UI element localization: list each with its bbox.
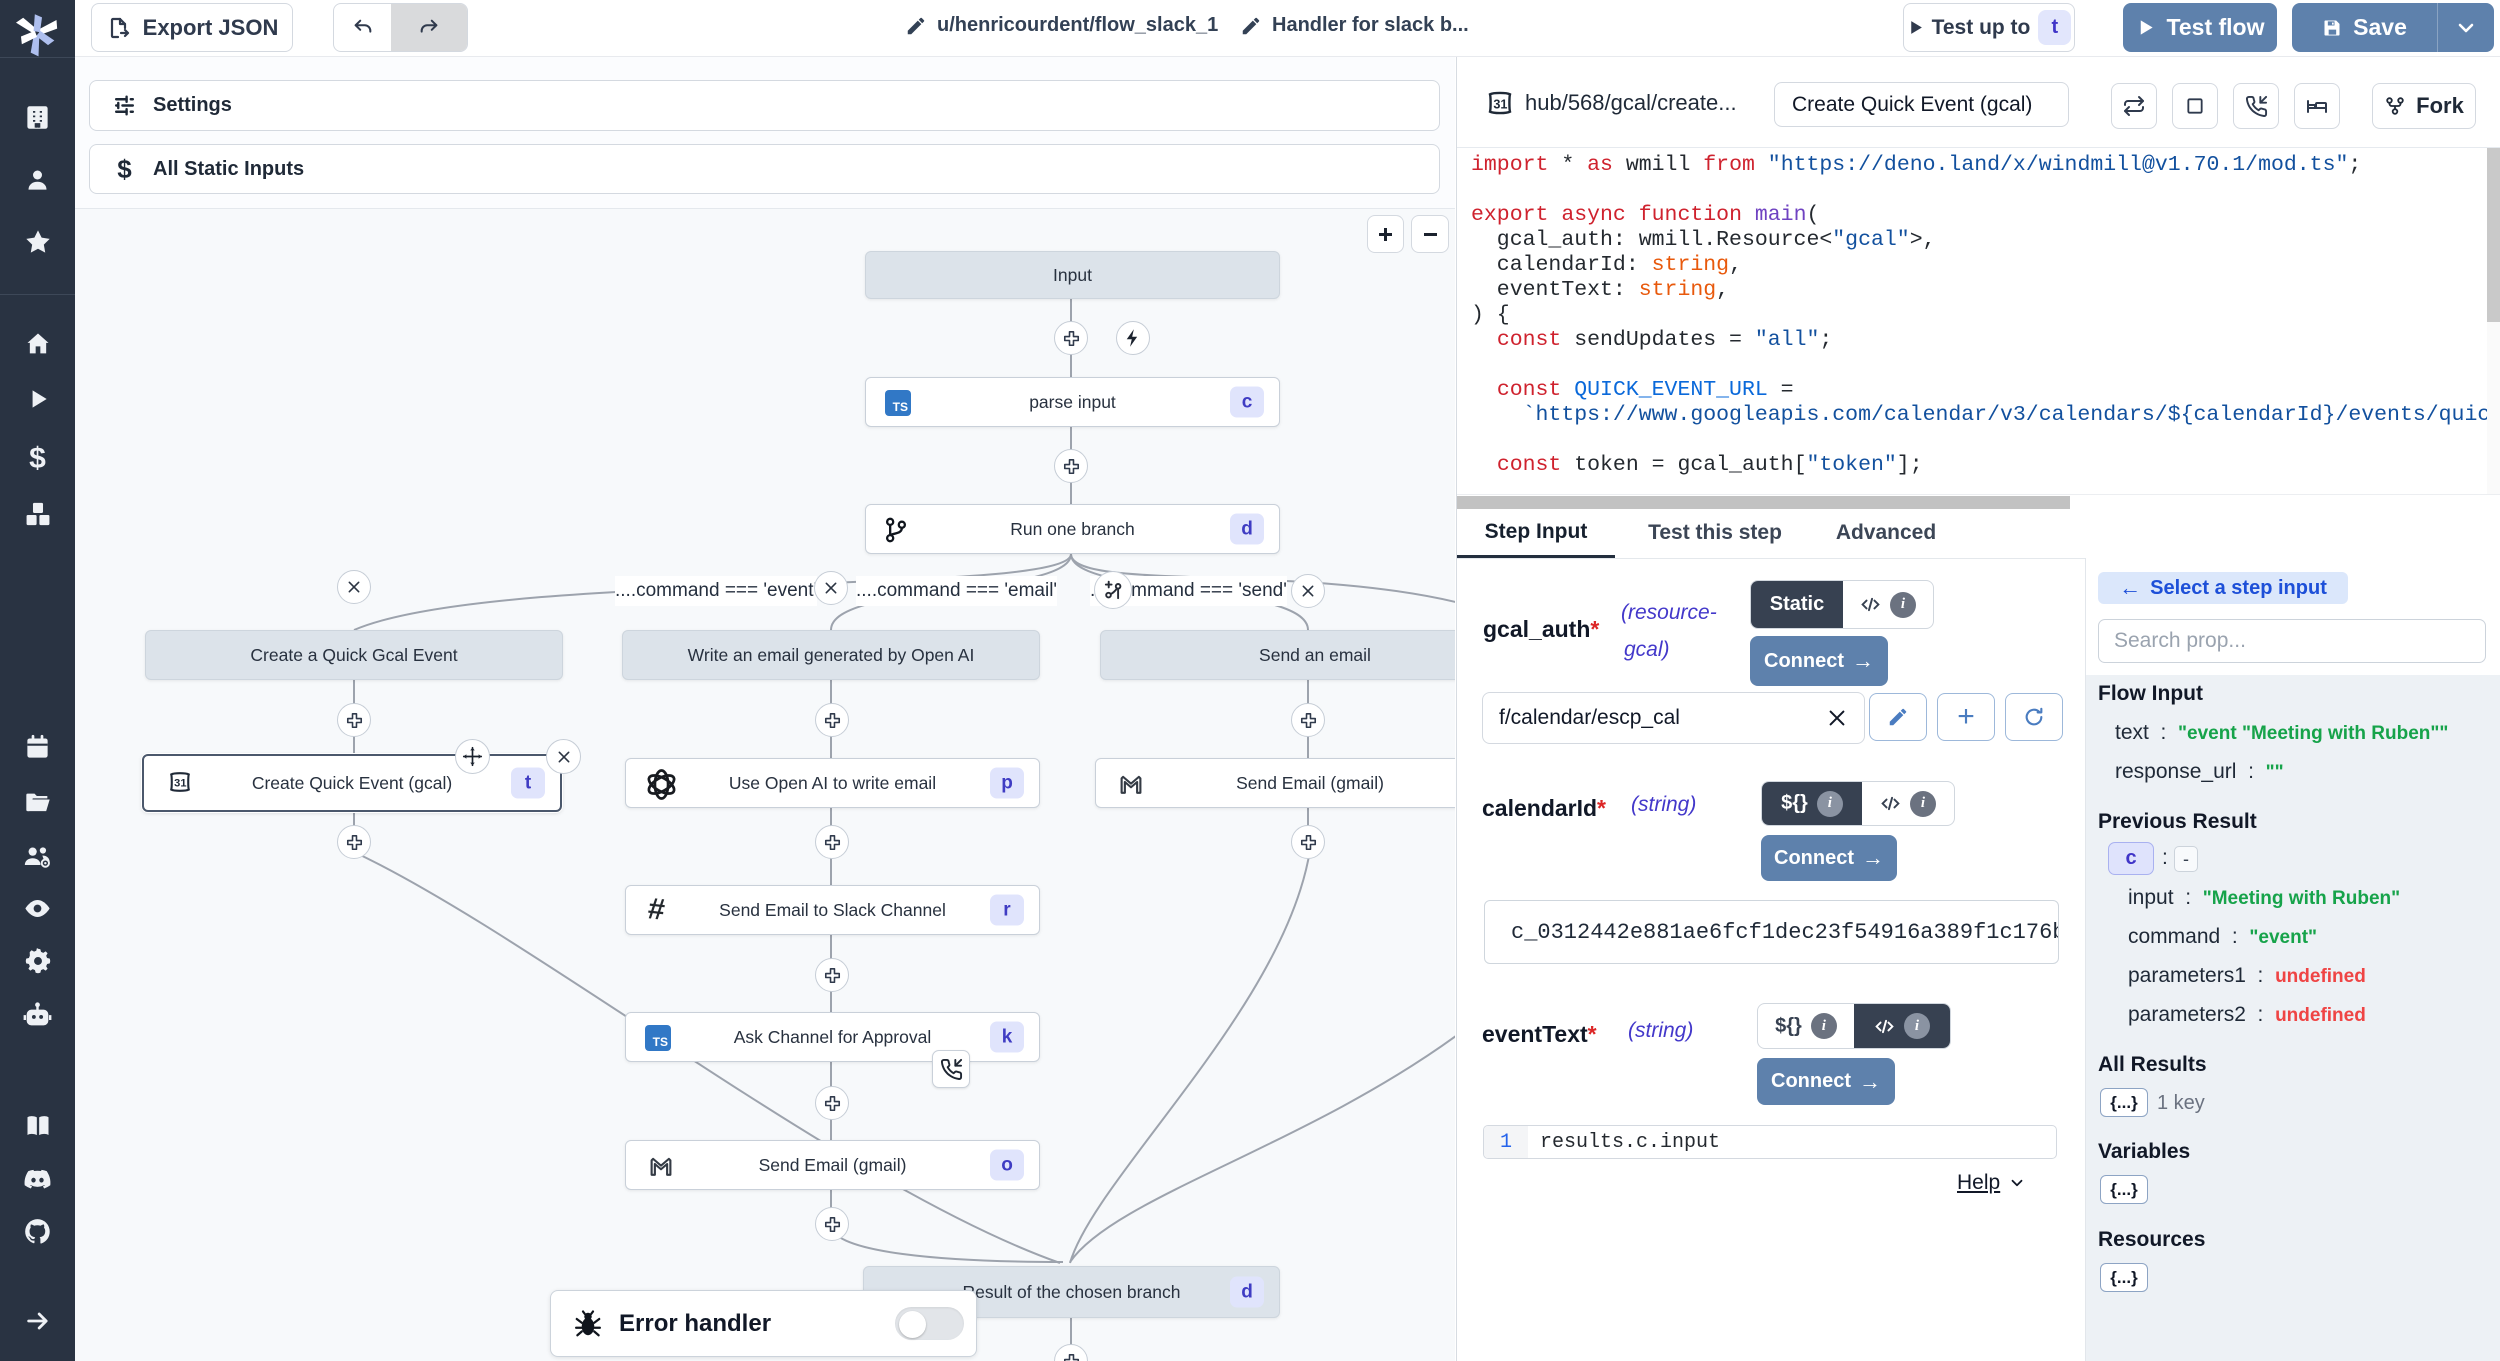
svg-text:31: 31 — [1493, 97, 1507, 111]
